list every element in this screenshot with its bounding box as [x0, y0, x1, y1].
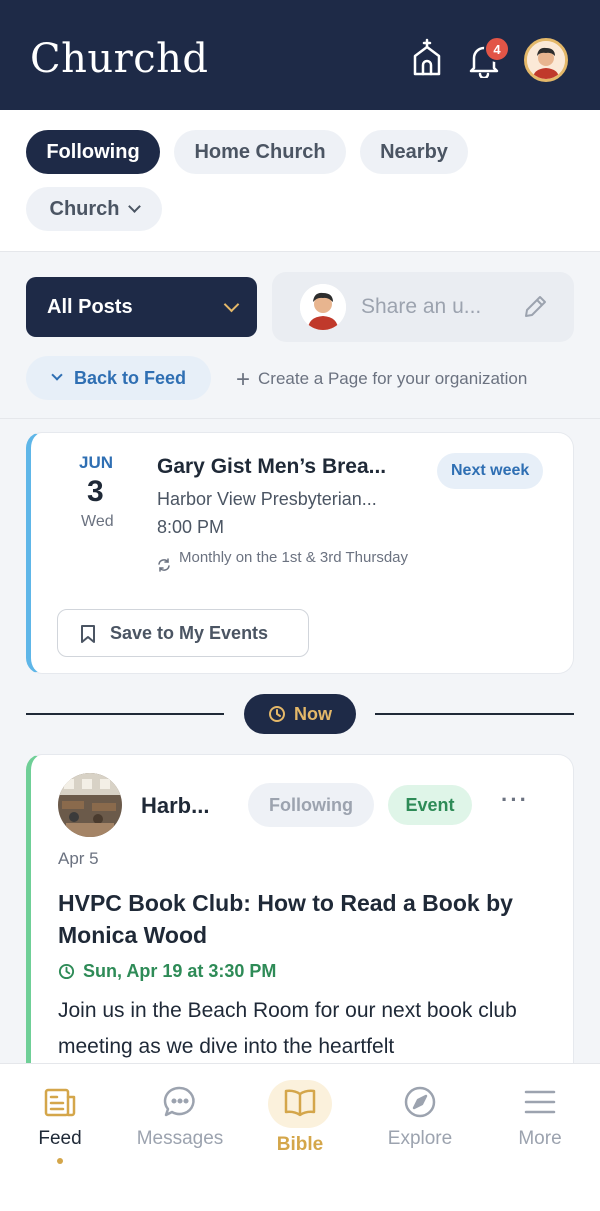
compass-icon	[404, 1086, 436, 1118]
event-weekday: Wed	[81, 513, 114, 530]
messages-icon	[163, 1086, 195, 1117]
post-event-time: Sun, Apr 19 at 3:30 PM	[58, 961, 276, 982]
post-event-time-label: Sun, Apr 19 at 3:30 PM	[83, 961, 277, 981]
organization-avatar[interactable]	[58, 773, 122, 837]
menu-icon	[524, 1090, 556, 1114]
filter-chip-label: Church	[49, 197, 120, 220]
clock-icon	[269, 706, 285, 722]
nav-item-feed[interactable]: Feed	[0, 1064, 120, 1184]
filter-chip-label: Nearby	[380, 140, 448, 163]
chevron-down-icon	[127, 200, 141, 213]
profile-avatar[interactable]	[524, 38, 568, 82]
pencil-icon[interactable]	[522, 294, 548, 320]
post-body: Join us in the Beach Room for our next b…	[58, 999, 517, 1058]
bible-icon	[284, 1089, 316, 1117]
section-divider	[0, 418, 600, 419]
feed-filters: Following Home Church Nearby Church	[0, 110, 600, 252]
event-month: JUN	[79, 453, 114, 472]
filter-chip-following[interactable]: Following	[26, 130, 160, 174]
save-to-my-events-button[interactable]: Save to My Events	[57, 609, 309, 657]
post-date: Apr 5	[58, 849, 99, 868]
event-title[interactable]: Gary Gist Men’s Brea...	[157, 455, 386, 479]
nav-item-more[interactable]: More	[480, 1064, 600, 1184]
plus-icon: +	[236, 366, 251, 393]
event-recurrence: Monthly on the 1st & 3rd Thursday	[179, 549, 409, 566]
nav-label-more: More	[518, 1128, 562, 1149]
create-page-link[interactable]: + Create a Page for your organization	[236, 366, 527, 394]
nav-label-feed: Feed	[38, 1128, 82, 1149]
bookmark-icon	[81, 625, 95, 643]
nav-label-bible: Bible	[276, 1134, 324, 1155]
posts-filter-value: All Posts	[47, 295, 133, 318]
notification-badge: 4	[484, 36, 510, 62]
share-placeholder: Share an u...	[361, 295, 482, 318]
chevron-down-icon	[51, 369, 63, 381]
event-type-badge: Event	[388, 785, 472, 825]
create-page-label: Create a Page for your organization	[258, 369, 528, 388]
post-title[interactable]: HVPC Book Club: How to Read a Book by Mo…	[58, 887, 558, 951]
now-label: Now	[294, 703, 332, 724]
bottom-navigation: Feed Messages Bible Explore More	[0, 1063, 600, 1211]
filter-chip-church[interactable]: Church	[26, 187, 162, 231]
nav-item-messages[interactable]: Messages	[120, 1064, 240, 1184]
event-time: 8:00 PM	[157, 517, 225, 537]
repeat-icon	[158, 558, 170, 572]
share-update-input[interactable]: Share an u...	[272, 272, 574, 342]
event-day: 3	[87, 475, 104, 508]
filter-chip-nearby[interactable]: Nearby	[360, 130, 468, 174]
clock-icon	[58, 963, 75, 980]
posts-filter-select[interactable]: All Posts	[26, 277, 257, 337]
user-avatar	[300, 284, 346, 330]
event-timing-badge: Next week	[437, 453, 544, 489]
filter-chip-label: Following	[46, 140, 140, 163]
now-marker: Now	[244, 694, 356, 734]
nav-label-messages: Messages	[136, 1128, 224, 1149]
more-options-icon[interactable]: ···	[501, 787, 529, 813]
event-card[interactable]: JUN 3 Wed Gary Gist Men’s Brea... Harbor…	[26, 432, 574, 674]
chevron-down-icon	[223, 296, 240, 313]
app-header: Churchd 4	[0, 0, 600, 110]
post-organization-name[interactable]: Harb...	[141, 793, 209, 819]
filter-chip-label: Home Church	[194, 140, 326, 163]
active-indicator	[57, 1158, 63, 1164]
event-organization[interactable]: Harbor View Presbyterian...	[157, 489, 377, 510]
church-icon[interactable]	[410, 38, 444, 76]
nav-item-bible[interactable]: Bible	[240, 1064, 360, 1184]
app-logo[interactable]: Churchd	[30, 36, 209, 82]
save-to-my-events-label: Save to My Events	[110, 622, 269, 643]
timeline-line-left	[26, 713, 224, 715]
following-button[interactable]: Following	[248, 783, 374, 827]
back-to-feed-button[interactable]: Back to Feed	[26, 356, 211, 400]
filter-chip-home-church[interactable]: Home Church	[174, 130, 346, 174]
feed-icon	[44, 1088, 76, 1117]
nav-label-explore: Explore	[387, 1128, 453, 1149]
back-to-feed-label: Back to Feed	[74, 367, 187, 388]
nav-item-explore[interactable]: Explore	[360, 1064, 480, 1184]
timeline-line-right	[375, 713, 574, 715]
